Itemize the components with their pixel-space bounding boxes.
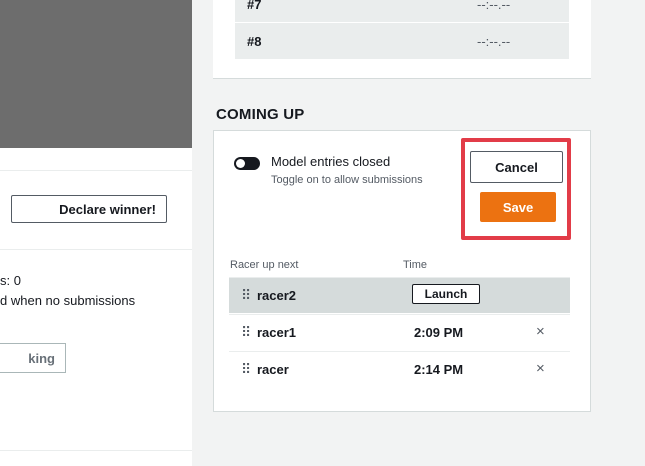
remove-icon[interactable]: × xyxy=(536,323,545,340)
column-header-racer: Racer up next xyxy=(230,259,299,271)
racer-row[interactable]: ⠿ racer 2:14 PM × xyxy=(229,351,570,387)
toggle-label: Model entries closed xyxy=(271,154,391,169)
launch-button[interactable]: Launch xyxy=(412,284,480,304)
racer-name: racer xyxy=(257,362,289,377)
remove-icon[interactable]: × xyxy=(536,360,545,377)
racer-time: 2:14 PM xyxy=(414,362,464,377)
rank-position: #8 xyxy=(247,34,262,49)
rank-position: #7 xyxy=(247,0,262,12)
coming-up-heading: COMING UP xyxy=(216,106,305,123)
divider xyxy=(0,450,192,451)
drag-handle-icon[interactable]: ⠿ xyxy=(241,361,251,378)
tracking-button[interactable]: king xyxy=(0,343,66,373)
rank-time: --:--.-- xyxy=(477,34,511,49)
declare-winner-button[interactable]: Declare winner! xyxy=(11,195,167,223)
rank-time: --:--.-- xyxy=(477,0,511,12)
video-thumbnail xyxy=(0,0,192,148)
drag-handle-icon[interactable]: ⠿ xyxy=(241,324,251,341)
racer-time: 2:09 PM xyxy=(414,325,464,340)
divider xyxy=(0,170,192,171)
leaderboard-row: #8 --:--.-- xyxy=(235,22,569,59)
racer-name: racer2 xyxy=(257,288,297,303)
toggle-knob xyxy=(236,159,245,168)
racer-row[interactable]: ⠿ racer1 2:09 PM × xyxy=(229,314,570,350)
racer-row[interactable]: ⠿ racer2 Launch xyxy=(229,277,570,313)
no-submissions-note: d when no submissions xyxy=(0,293,136,308)
cancel-button[interactable]: Cancel xyxy=(470,151,563,183)
model-entries-toggle[interactable] xyxy=(234,157,260,170)
leaderboard-row: #7 --:--.-- xyxy=(235,0,569,22)
submissions-count: s: 0 xyxy=(0,273,21,288)
save-button[interactable]: Save xyxy=(480,192,556,222)
divider xyxy=(0,249,192,250)
racer-name: racer1 xyxy=(257,325,297,340)
drag-handle-icon[interactable]: ⠿ xyxy=(241,287,251,304)
column-header-time: Time xyxy=(403,259,428,271)
toggle-description: Toggle on to allow submissions xyxy=(271,174,423,186)
